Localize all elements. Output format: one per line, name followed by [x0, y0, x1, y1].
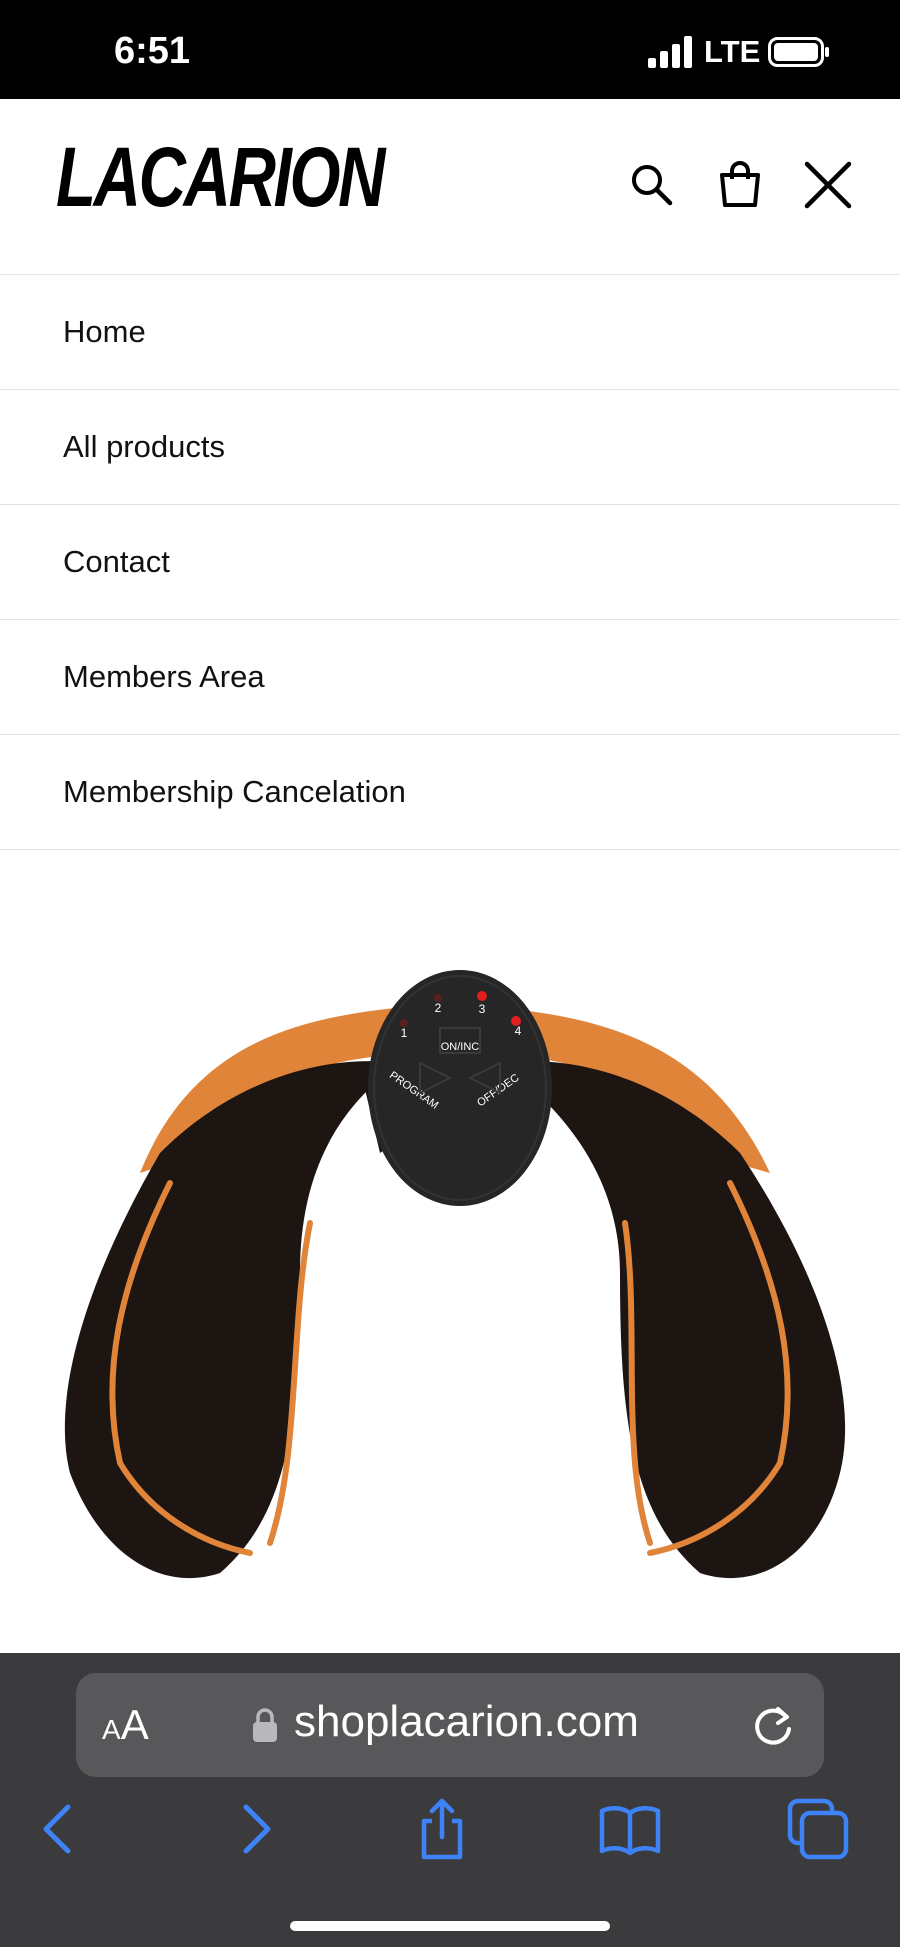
product-image[interactable]: 1 2 3 4 ON/INC PROGRAM OFF/DEC — [0, 853, 900, 1653]
reader-text-size-button[interactable]: AA — [102, 1701, 149, 1749]
url-text[interactable]: shoplacarion.com — [294, 1697, 639, 1747]
signal-icon — [648, 36, 692, 68]
led-label-4: 4 — [515, 1024, 522, 1038]
browser-toolbar: AA shoplacarion.com — [0, 1653, 900, 1947]
status-bar: 6:51 LTE — [0, 0, 900, 99]
network-type: LTE — [704, 34, 761, 69]
menu-item-contact[interactable]: Contact — [0, 505, 900, 620]
lock-icon — [253, 1708, 277, 1742]
menu-item-membership-cancelation[interactable]: Membership Cancelation — [0, 735, 900, 850]
battery-icon — [768, 37, 829, 67]
on-inc-label: ON/INC — [441, 1041, 480, 1053]
share-icon[interactable] — [410, 1797, 474, 1861]
status-time: 6:51 — [114, 30, 191, 72]
site-header: LACARION — [0, 99, 900, 275]
back-icon[interactable] — [28, 1797, 92, 1861]
product-image-area: 1 2 3 4 ON/INC PROGRAM OFF/DEC — [0, 853, 900, 1653]
site-logo[interactable]: LACARION — [56, 135, 385, 219]
nav-menu: Home All products Contact Members Area M… — [0, 275, 900, 850]
led-label-2: 2 — [435, 1001, 442, 1015]
close-icon[interactable] — [802, 159, 854, 211]
menu-item-members-area[interactable]: Members Area — [0, 620, 900, 735]
menu-item-all-products[interactable]: All products — [0, 390, 900, 505]
tabs-icon[interactable] — [786, 1797, 850, 1861]
search-icon[interactable] — [626, 159, 678, 211]
address-bar[interactable]: AA shoplacarion.com — [76, 1673, 824, 1777]
bookmarks-icon[interactable] — [598, 1797, 662, 1861]
home-indicator — [290, 1921, 610, 1931]
led-label-3: 3 — [479, 1002, 486, 1016]
cart-bag-icon[interactable] — [714, 159, 766, 211]
forward-icon[interactable] — [222, 1797, 286, 1861]
led-label-1: 1 — [401, 1026, 408, 1040]
reload-icon[interactable] — [750, 1703, 796, 1749]
menu-item-home[interactable]: Home — [0, 275, 900, 390]
